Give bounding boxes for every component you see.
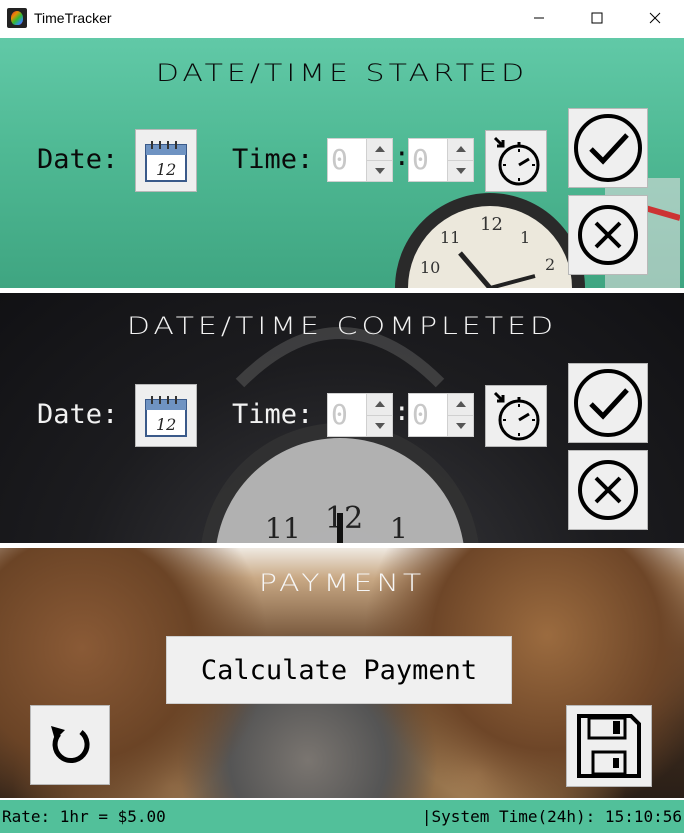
end-minute-up-button[interactable] — [448, 394, 473, 416]
end-panel-title: Date/Time Completed — [126, 312, 558, 341]
end-confirm-button[interactable] — [568, 363, 648, 443]
payment-panel: Payment Calculate Payment — [0, 548, 684, 798]
save-button[interactable] — [566, 705, 652, 787]
end-now-time-button[interactable] — [485, 385, 547, 447]
maximize-button[interactable] — [568, 0, 626, 35]
window-title: TimeTracker — [34, 9, 112, 26]
start-confirm-button[interactable] — [568, 108, 648, 188]
start-now-time-button[interactable] — [485, 130, 547, 192]
end-clear-button[interactable] — [568, 450, 648, 530]
start-panel: 12 11 1 10 2 Date/Time Started Date: 12 … — [0, 38, 684, 288]
end-panel: 12 11 1 Date/Time Completed Date: 12 Tim… — [0, 293, 684, 543]
end-minute-spinner[interactable]: 0 — [408, 393, 474, 437]
start-hour-value[interactable]: 0 — [328, 139, 366, 181]
title-bar: TimeTracker — [0, 0, 684, 35]
end-hour-up-button[interactable] — [367, 394, 392, 416]
start-date-label: Date: — [37, 144, 119, 175]
caret-up-icon — [374, 146, 385, 153]
minimize-button[interactable] — [510, 0, 568, 35]
cancel-circle-icon — [578, 205, 638, 265]
svg-text:11: 11 — [440, 228, 460, 247]
calculate-payment-button[interactable]: Calculate Payment — [166, 636, 512, 704]
svg-text:2: 2 — [545, 255, 555, 274]
end-hour-down-button[interactable] — [367, 415, 392, 436]
caret-down-icon — [374, 422, 385, 429]
refresh-icon — [51, 726, 90, 764]
start-clear-button[interactable] — [568, 195, 648, 275]
caret-up-icon — [455, 146, 466, 153]
checkmark-circle-icon — [574, 114, 642, 182]
svg-text:1: 1 — [390, 512, 408, 543]
rate-status: Rate: 1hr = $5.00 — [2, 807, 166, 826]
end-time-label: Time: — [232, 399, 314, 430]
maximize-icon — [591, 12, 603, 23]
start-hour-up-button[interactable] — [367, 139, 392, 161]
svg-text:12: 12 — [480, 214, 503, 235]
caret-down-icon — [455, 422, 466, 429]
end-hour-spinner[interactable]: 0 — [327, 393, 393, 437]
start-hour-spinner[interactable]: 0 — [327, 138, 393, 182]
caret-up-icon — [374, 401, 385, 408]
start-date-picker-button[interactable]: 12 — [135, 129, 197, 192]
start-panel-title: Date/Time Started — [155, 59, 529, 88]
end-date-picker-button[interactable]: 12 — [135, 384, 197, 447]
reset-button[interactable] — [30, 705, 110, 785]
start-minute-value[interactable]: 0 — [409, 139, 447, 181]
start-minute-down-button[interactable] — [448, 160, 473, 181]
stopwatch-icon — [493, 391, 540, 441]
end-minute-value[interactable]: 0 — [409, 394, 447, 436]
end-hour-value[interactable]: 0 — [328, 394, 366, 436]
svg-text:11: 11 — [265, 512, 301, 543]
minimize-icon — [534, 17, 544, 18]
caret-up-icon — [455, 401, 466, 408]
svg-text:12: 12 — [325, 501, 363, 536]
status-bar: Rate: 1hr = $5.00 |System Time(24h): 15:… — [0, 800, 684, 833]
calendar-icon: 12 — [145, 395, 187, 437]
app-logo-icon — [7, 7, 27, 28]
stopwatch-icon — [493, 136, 540, 186]
end-minute-down-button[interactable] — [448, 415, 473, 436]
start-time-label: Time: — [232, 144, 314, 175]
end-calendar-day: 12 — [156, 415, 176, 434]
caret-down-icon — [374, 167, 385, 174]
close-icon — [649, 12, 661, 23]
system-time-status: |System Time(24h): 15:10:56 — [421, 807, 682, 826]
start-minute-up-button[interactable] — [448, 139, 473, 161]
start-calendar-day: 12 — [156, 160, 176, 179]
end-date-label: Date: — [37, 399, 119, 430]
start-minute-spinner[interactable]: 0 — [408, 138, 474, 182]
start-hour-down-button[interactable] — [367, 160, 392, 181]
calendar-icon: 12 — [145, 140, 187, 182]
floppy-disk-save-icon — [577, 714, 641, 778]
caret-down-icon — [455, 167, 466, 174]
checkmark-circle-icon — [574, 369, 642, 437]
svg-text:10: 10 — [420, 258, 440, 277]
close-button[interactable] — [626, 0, 684, 35]
svg-text:1: 1 — [520, 228, 530, 247]
payment-panel-title: Payment — [258, 569, 426, 598]
window-controls — [510, 0, 684, 35]
cancel-circle-icon — [578, 460, 638, 520]
